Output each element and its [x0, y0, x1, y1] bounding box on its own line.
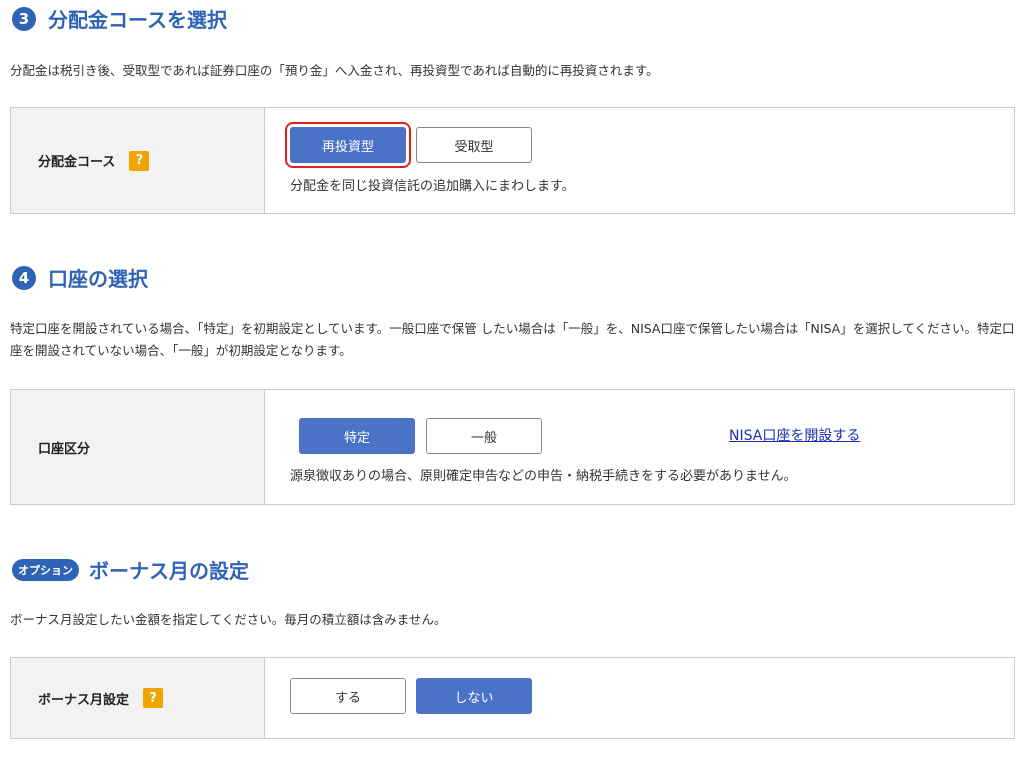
section4-heading: 4 口座の選択 [12, 263, 148, 292]
account-type-options: 特定 一般 NISA口座を開設する 源泉徴収ありの場合、原則確定申告などの申告・… [265, 390, 1014, 504]
reinvest-button[interactable]: 再投資型 [285, 122, 411, 168]
option-badge: オプション [12, 558, 79, 581]
bonus-yes-button[interactable]: する [290, 678, 406, 714]
bonus-no-button[interactable]: しない [416, 678, 532, 714]
distribution-course-options: 再投資型 受取型 分配金を同じ投資信託の追加購入にまわします。 [265, 108, 1014, 213]
receive-button[interactable]: 受取型 [416, 127, 532, 163]
distribution-helper-text: 分配金を同じ投資信託の追加購入にまわします。 [290, 179, 575, 194]
bonus-month-label-cell: ボーナス月設定 ? [11, 658, 265, 738]
section4-description: 特定口座を開設されている場合、「特定」を初期設定としています。一般口座で保管 し… [10, 321, 1015, 358]
step-number-badge: 4 [12, 265, 36, 290]
section3-title: 分配金コースを選択 [48, 8, 227, 32]
step-number-badge: 3 [12, 6, 36, 31]
account-type-panel: 口座区分 特定 一般 NISA口座を開設する 源泉徴収ありの場合、原則確定申告な… [10, 389, 1015, 505]
distribution-course-label: 分配金コース [38, 155, 116, 170]
account-type-label: 口座区分 [38, 441, 91, 457]
help-icon[interactable]: ? [129, 150, 150, 171]
bonus-title: ボーナス月の設定 [89, 559, 249, 583]
distribution-course-panel: 分配金コース ? 再投資型 受取型 分配金を同じ投資信託の追加購入にまわします。 [10, 107, 1015, 214]
bonus-month-label: ボーナス月設定 [38, 692, 130, 708]
bonus-month-options: する しない [265, 658, 1014, 738]
section4-title: 口座の選択 [48, 267, 148, 291]
section3-description: 分配金は税引き後、受取型であれば証券口座の「預り金」へ入金され、再投資型であれば… [10, 63, 659, 78]
help-icon[interactable]: ? [143, 688, 164, 708]
account-type-label-cell: 口座区分 [11, 390, 265, 504]
bonus-month-panel: ボーナス月設定 ? する しない [10, 657, 1015, 739]
account-helper-text: 源泉徴収ありの場合、原則確定申告などの申告・納税手続きをする必要がありません。 [290, 469, 797, 484]
distribution-course-label-cell: 分配金コース ? [11, 108, 265, 213]
bonus-heading: オプション ボーナス月の設定 [12, 555, 249, 584]
section3-heading: 3 分配金コースを選択 [12, 4, 227, 33]
tokutei-button[interactable]: 特定 [299, 418, 415, 454]
ippan-button[interactable]: 一般 [426, 418, 542, 454]
open-nisa-account-link[interactable]: NISA口座を開設する [729, 425, 860, 445]
bonus-description: ボーナス月設定したい金額を指定してください。毎月の積立額は含みません。 [10, 612, 447, 627]
